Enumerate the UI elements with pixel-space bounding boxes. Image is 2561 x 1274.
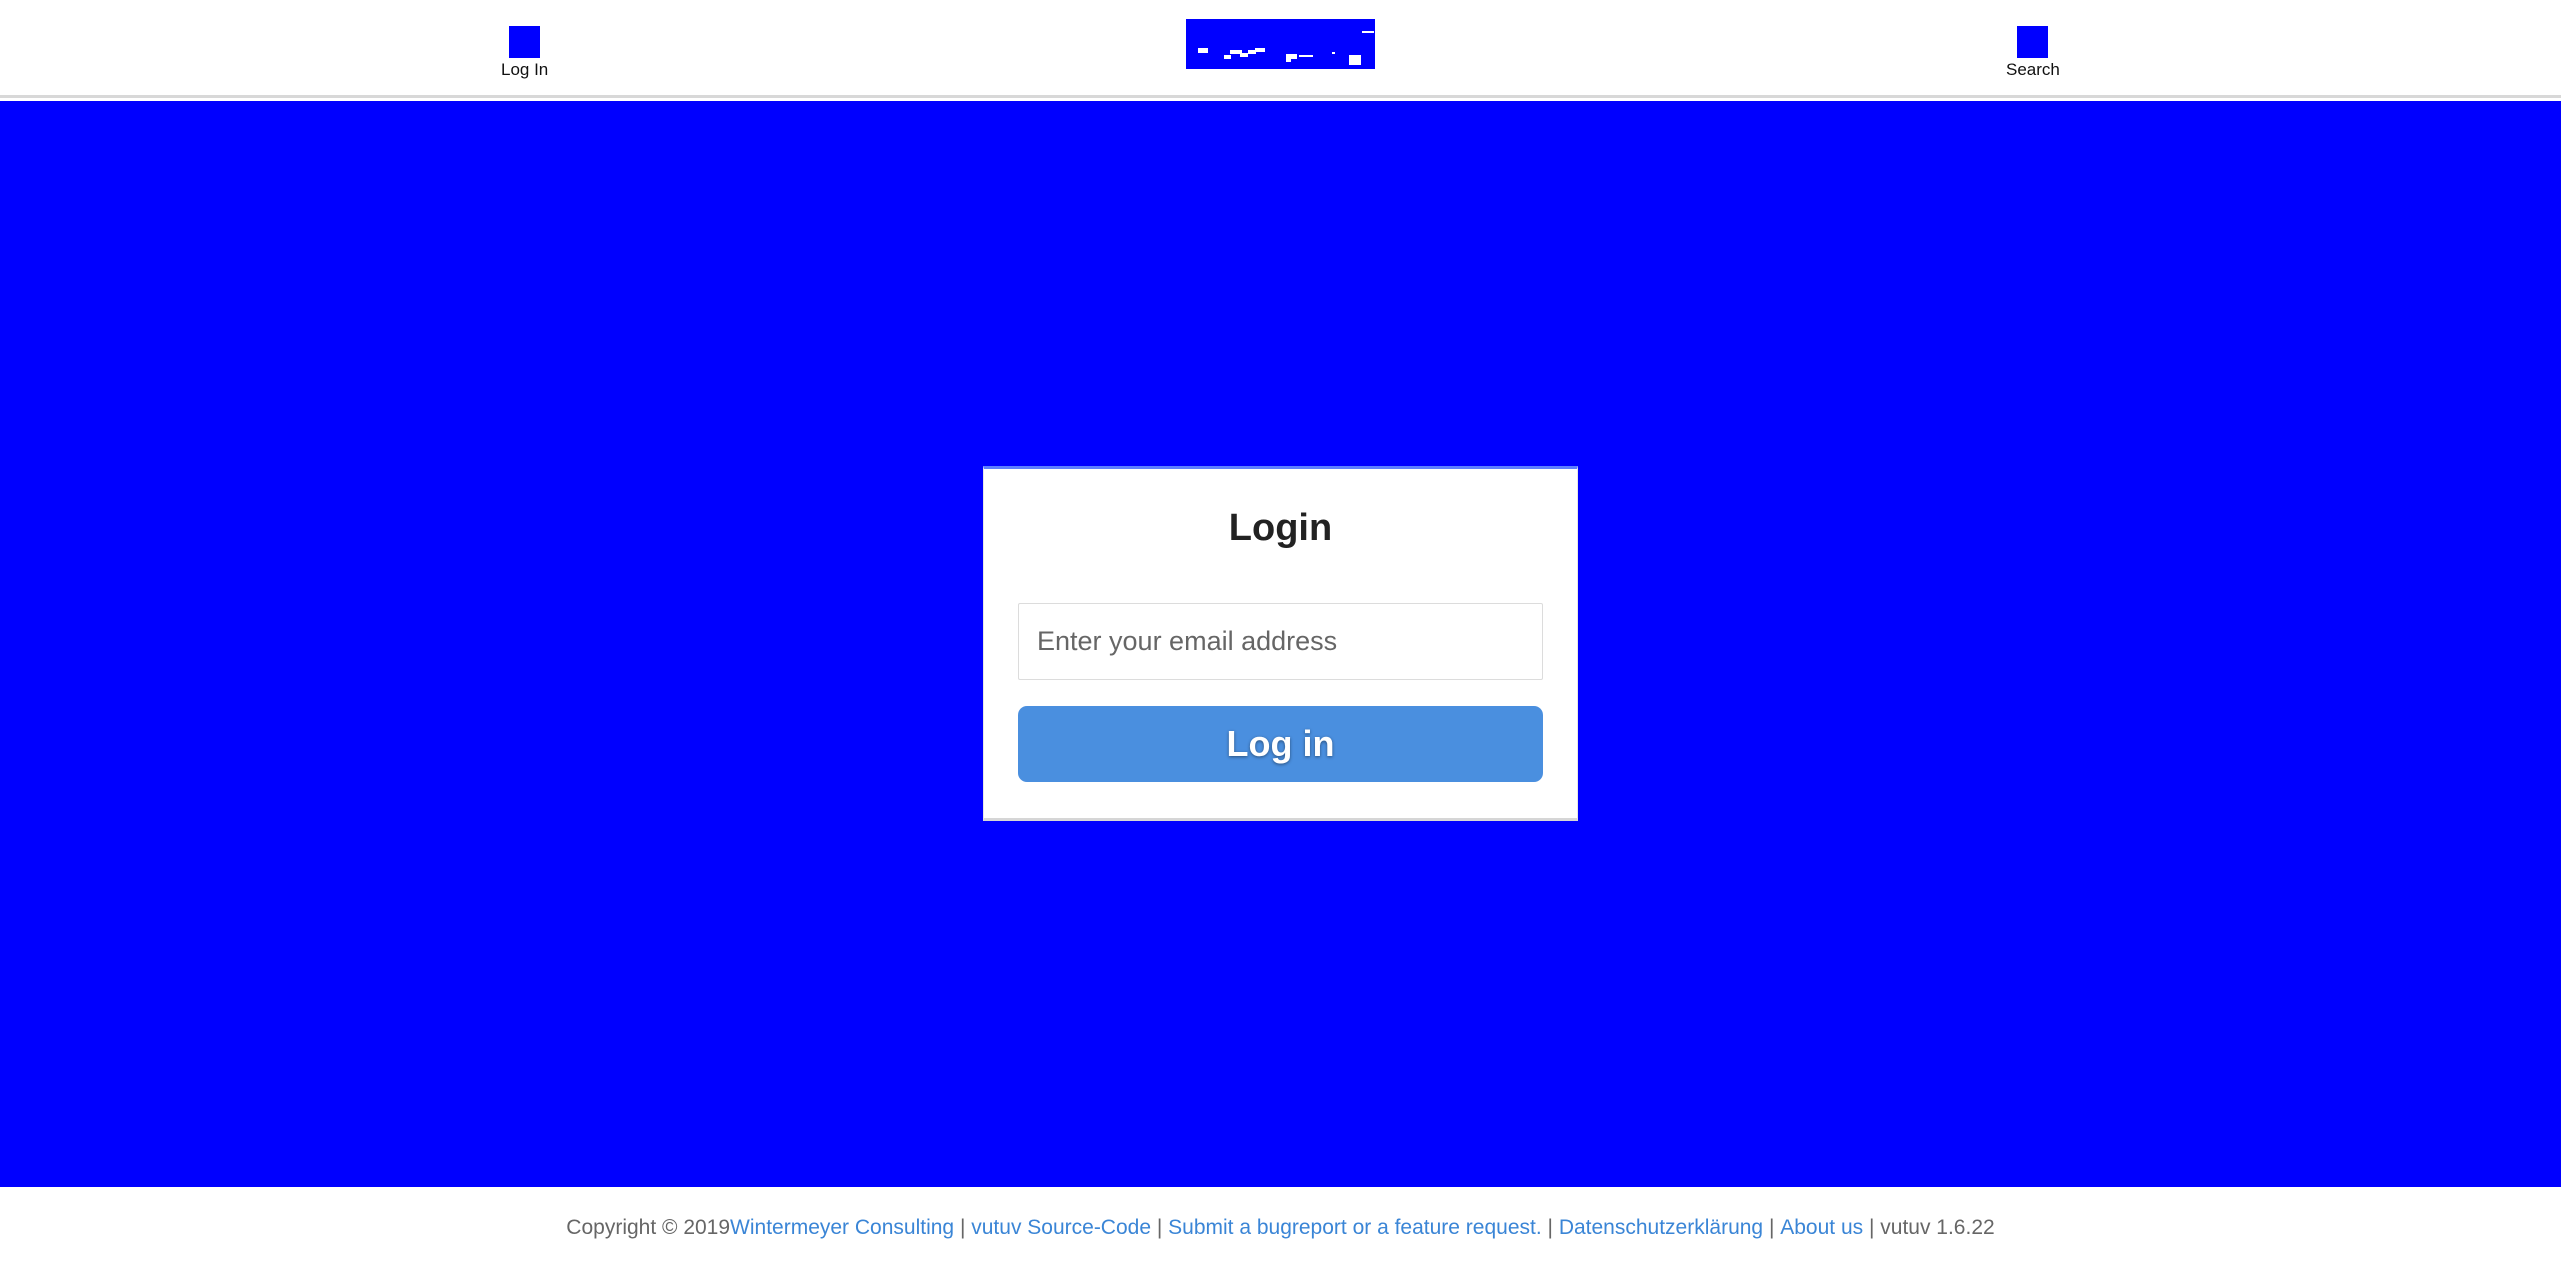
footer-separator: |	[1763, 1215, 1781, 1239]
main-content: Login Log in	[0, 101, 2561, 1187]
email-input[interactable]	[1018, 603, 1543, 680]
login-submit-button[interactable]: Log in	[1018, 706, 1543, 782]
footer-link-wintermeyer[interactable]: Wintermeyer Consulting	[730, 1216, 954, 1240]
site-header: Log In Search	[0, 0, 2561, 98]
nav-search-label[interactable]: Search	[2006, 60, 2060, 80]
site-logo[interactable]	[1186, 19, 1375, 69]
footer-separator: |	[954, 1215, 972, 1239]
footer-link-about[interactable]: About us	[1780, 1216, 1863, 1240]
site-footer: Copyright © 2019 Wintermeyer Consulting …	[0, 1187, 2561, 1274]
footer-separator: |	[1541, 1215, 1559, 1239]
login-card: Login Log in	[983, 466, 1578, 821]
login-icon[interactable]	[509, 26, 541, 58]
logo-graphic	[1198, 31, 1374, 65]
footer-version: vutuv 1.6.22	[1880, 1215, 1995, 1239]
nav-search[interactable]: Search	[2006, 26, 2060, 80]
footer-separator: |	[1151, 1215, 1169, 1239]
nav-login[interactable]: Log In	[501, 26, 548, 80]
login-title: Login	[1228, 507, 1333, 549]
footer-copyright: Copyright © 2019	[566, 1215, 731, 1239]
search-icon[interactable]	[2017, 26, 2049, 58]
footer-link-source-code[interactable]: vutuv Source-Code	[971, 1216, 1151, 1240]
footer-link-privacy[interactable]: Datenschutzerklärung	[1559, 1216, 1763, 1240]
nav-login-label[interactable]: Log In	[501, 60, 548, 80]
footer-separator: |	[1863, 1215, 1881, 1239]
footer-link-bugreport[interactable]: Submit a bugreport or a feature request.	[1168, 1216, 1542, 1240]
